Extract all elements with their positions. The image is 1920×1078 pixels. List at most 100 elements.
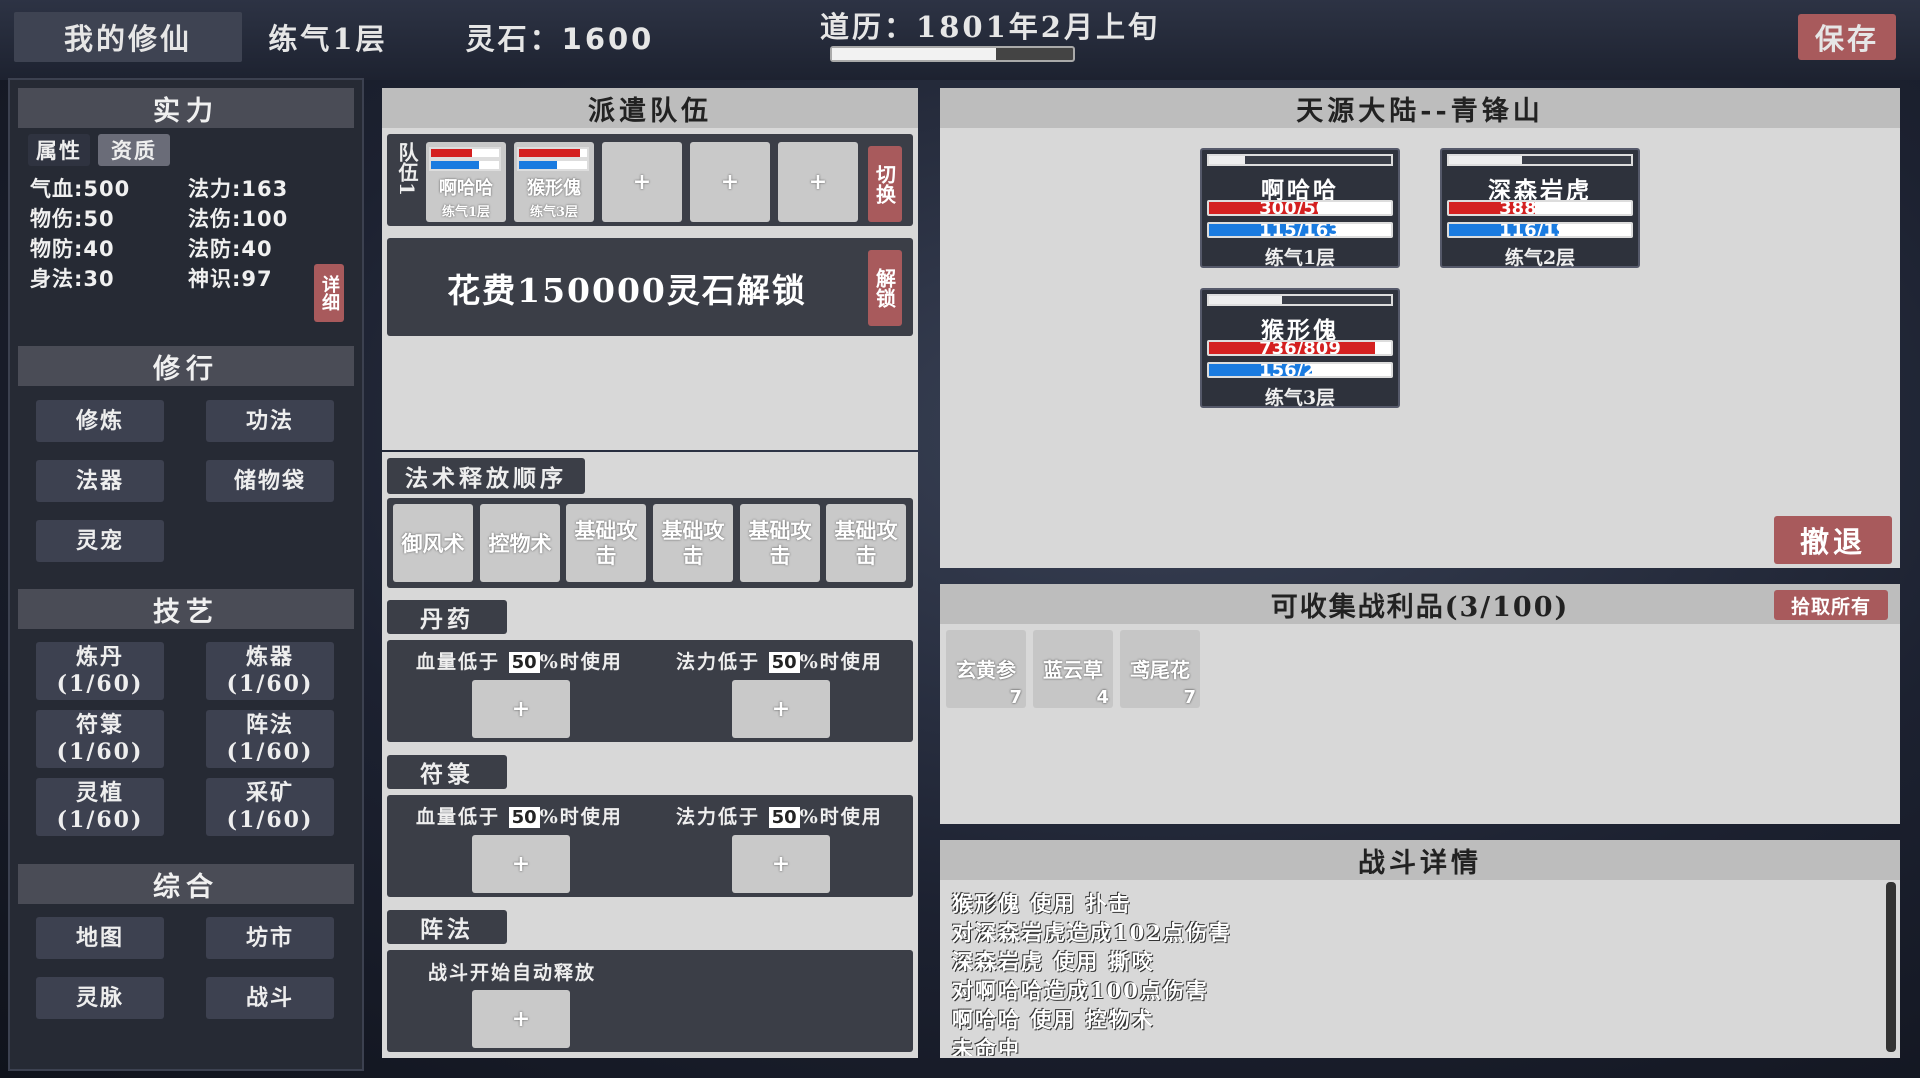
date-progress-bar: [830, 46, 1075, 62]
practice-spirit-pet-button[interactable]: 灵宠: [36, 520, 164, 562]
skill-talisman-button[interactable]: 符箓 (1/60): [36, 710, 164, 768]
spirit-stones-label: 灵石：1600: [465, 22, 655, 56]
stat-pdef: 物防:40: [30, 237, 115, 261]
member-mp-bar: [429, 159, 501, 171]
retreat-button[interactable]: 撤退: [1774, 516, 1892, 564]
log-scrollbar[interactable]: [1886, 882, 1896, 1052]
pill-mp-slot[interactable]: +: [732, 680, 830, 738]
talisman-hp-threshold[interactable]: 50: [508, 807, 540, 828]
tab-aptitude[interactable]: 资质: [98, 134, 170, 166]
switch-team-button[interactable]: 切换: [868, 146, 902, 222]
log-line: 深森岩虎 使用 撕咬: [952, 949, 1155, 974]
loot-item-name: 蓝云草: [1043, 658, 1103, 682]
team-member-slot[interactable]: 啊哈哈 练气1层: [426, 142, 506, 222]
skill-planting-name: 灵植: [75, 780, 124, 806]
pill-mp-rule-pre: 法力低于: [676, 651, 761, 673]
team-label: 队伍1: [395, 142, 419, 196]
formation-slot[interactable]: +: [472, 990, 570, 1048]
unit-mp-text: 115/163: [1259, 222, 1341, 238]
date-progress-fill: [832, 48, 996, 60]
formation-header: 阵法: [387, 910, 507, 944]
battle-unit-card[interactable]: 猴形傀 736/809 156/276 练气3层: [1200, 288, 1400, 409]
talisman-hp-slot[interactable]: +: [472, 835, 570, 893]
action-bar-fill: [1449, 156, 1522, 164]
talisman-mp-rule-post: %时使用: [799, 806, 883, 828]
talisman-mp-rule-pre: 法力低于: [676, 806, 761, 828]
practice-artifacts-button[interactable]: 法器: [36, 460, 164, 502]
action-bar-fill: [1209, 156, 1246, 164]
member-level: 练气1层: [441, 205, 491, 220]
general-map-button[interactable]: 地图: [36, 917, 164, 959]
add-formation-icon: +: [511, 1005, 531, 1032]
spell-slot[interactable]: 御风术: [393, 504, 473, 582]
add-member-icon: +: [808, 168, 828, 195]
pill-hp-slot[interactable]: +: [472, 680, 570, 738]
location-header: 天源大陆--青锋山: [940, 88, 1900, 128]
talisman-hp-rule-pre: 血量低于: [416, 806, 501, 828]
pill-mp-rule-post: %时使用: [799, 651, 883, 673]
spell-slot[interactable]: 基础攻击: [740, 504, 820, 582]
unlock-cost-text: 花费150000灵石解锁: [447, 271, 807, 310]
member-name: 猴形傀: [527, 178, 581, 199]
member-hp-fill: [431, 149, 472, 157]
action-bar-fill: [1209, 296, 1282, 304]
loot-item-count: 7: [1183, 687, 1196, 708]
battle-log-header: 战斗详情: [940, 840, 1900, 880]
unit-mp-bar: 116/191: [1447, 222, 1633, 238]
add-talisman-icon: +: [771, 850, 791, 877]
general-market-button[interactable]: 坊市: [206, 917, 334, 959]
skill-talisman-progress: (1/60): [56, 739, 144, 765]
pick-all-button[interactable]: 拾取所有: [1774, 590, 1888, 620]
member-hp-bar: [429, 147, 501, 159]
practice-techniques-button[interactable]: 功法: [206, 400, 334, 442]
skill-formation-button[interactable]: 阵法 (1/60): [206, 710, 334, 768]
log-line: 啊哈哈 使用 控物术: [952, 1007, 1155, 1032]
general-battle-button[interactable]: 战斗: [206, 977, 334, 1019]
skill-alchemy-button[interactable]: 炼丹 (1/60): [36, 642, 164, 700]
skill-formation-progress: (1/60): [226, 739, 314, 765]
talisman-mp-threshold[interactable]: 50: [768, 807, 800, 828]
member-hp-bar: [517, 147, 589, 159]
general-spirit-vein-button[interactable]: 灵脉: [36, 977, 164, 1019]
skill-planting-button[interactable]: 灵植 (1/60): [36, 778, 164, 836]
tab-attributes[interactable]: 属性: [28, 134, 90, 166]
talisman-mp-slot[interactable]: +: [732, 835, 830, 893]
skill-forging-button[interactable]: 炼器 (1/60): [206, 642, 334, 700]
action-bar: [1207, 294, 1393, 306]
battle-log-scroll[interactable]: 猴形傀 使用 扑击 对深森岩虎造成102点伤害 深森岩虎 使用 撕咬 对啊哈哈造…: [940, 882, 1900, 1056]
detail-button[interactable]: 详细: [314, 264, 344, 322]
spell-slot[interactable]: 控物术: [480, 504, 560, 582]
log-line: 未命中: [952, 1036, 1021, 1056]
unit-hp-bar: 388/821: [1447, 200, 1633, 216]
log-line: 对啊哈哈造成100点伤害: [952, 978, 1209, 1003]
save-button[interactable]: 保存: [1798, 14, 1896, 60]
unit-mp-text: 116/191: [1499, 222, 1581, 238]
practice-cultivate-button[interactable]: 修炼: [36, 400, 164, 442]
my-cultivation-tab[interactable]: 我的修仙: [14, 12, 242, 62]
pill-hp-threshold[interactable]: 50: [508, 652, 540, 673]
empty-team-slot[interactable]: +: [690, 142, 770, 222]
empty-team-slot[interactable]: +: [778, 142, 858, 222]
stat-mp: 法力:163: [188, 177, 289, 201]
unit-hp-text: 388/821: [1499, 200, 1581, 216]
battle-unit-card[interactable]: 啊哈哈 300/500 115/163 练气1层: [1200, 148, 1400, 269]
spell-slot[interactable]: 基础攻击: [826, 504, 906, 582]
empty-team-slot[interactable]: +: [602, 142, 682, 222]
unlock-team-button[interactable]: 解锁: [868, 250, 902, 326]
battle-unit-card[interactable]: 深森岩虎 388/821 116/191 练气2层: [1440, 148, 1640, 269]
member-mp-fill: [519, 161, 558, 169]
team-member-slot[interactable]: 猴形傀 练气3层: [514, 142, 594, 222]
dispatch-header: 派遣队伍: [382, 88, 918, 128]
action-bar: [1447, 154, 1633, 166]
practice-storage-bag-button[interactable]: 储物袋: [206, 460, 334, 502]
loot-item[interactable]: 蓝云草 4: [1033, 630, 1113, 708]
skill-mining-button[interactable]: 采矿 (1/60): [206, 778, 334, 836]
skill-talisman-name: 符箓: [75, 712, 124, 738]
pill-mp-threshold[interactable]: 50: [768, 652, 800, 673]
spell-slot[interactable]: 基础攻击: [653, 504, 733, 582]
spell-slot[interactable]: 基础攻击: [566, 504, 646, 582]
loot-item-name: 鸢尾花: [1130, 658, 1190, 682]
member-mp-fill: [431, 161, 479, 169]
loot-item[interactable]: 玄黄参 7: [946, 630, 1026, 708]
loot-item[interactable]: 鸢尾花 7: [1120, 630, 1200, 708]
